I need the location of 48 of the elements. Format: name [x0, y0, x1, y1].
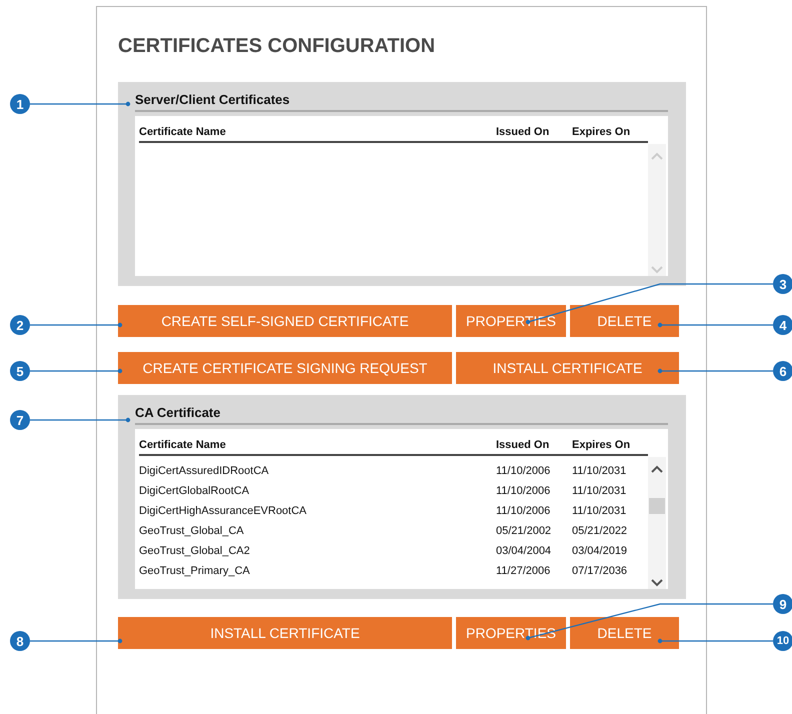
callout-number: 3: [773, 274, 792, 294]
table-cell-text: 03/04/2019: [572, 545, 628, 557]
callout-number: 4: [773, 315, 792, 335]
action-button[interactable]: CREATE CERTIFICATE SIGNING REQUEST: [118, 352, 452, 384]
action-button[interactable]: DELETE: [570, 617, 679, 649]
callout-number: 9: [773, 594, 792, 614]
scrollbar-thumb[interactable]: [649, 498, 665, 514]
action-button[interactable]: INSTALL CERTIFICATE: [456, 352, 679, 384]
table-cell-text: GeoTrust_Global_CA: [139, 525, 245, 537]
callout-number: 2: [10, 315, 30, 335]
chevron-up-icon[interactable]: [651, 465, 663, 473]
table-cell-text: GeoTrust_Primary_CA: [139, 565, 251, 577]
table-cell-text: 11/10/2031: [572, 465, 628, 477]
table-cell-text: 11/10/2006: [496, 485, 552, 497]
callout-number: 1: [10, 94, 30, 114]
column-header: Issued On: [496, 439, 550, 451]
section-heading: CA Certificate: [135, 405, 668, 425]
table-cell-text: 03/04/2004: [496, 545, 552, 557]
table-cell-text: 07/17/2036: [572, 565, 628, 577]
column-header: Expires On: [572, 439, 632, 451]
action-button[interactable]: DELETE: [570, 305, 679, 337]
callout-number: 8: [10, 631, 30, 651]
table-cell-text: 11/27/2006: [496, 565, 552, 577]
table-cell-text: 11/10/2031: [572, 505, 628, 517]
scrollbar[interactable]: [648, 457, 666, 589]
table-cell-text: 11/10/2006: [496, 465, 552, 477]
action-button[interactable]: CREATE SELF-SIGNED CERTIFICATE: [118, 305, 452, 337]
callout-number: 10: [773, 631, 792, 651]
action-button[interactable]: INSTALL CERTIFICATE: [118, 617, 452, 649]
action-button[interactable]: PROPERTIES: [456, 305, 566, 337]
callout-number: 5: [10, 361, 30, 381]
table-cell-text: GeoTrust_Global_CA2: [139, 545, 251, 557]
chevron-down-icon[interactable]: [651, 579, 663, 587]
table-cell-text: DigiCertHighAssuranceEVRootCA: [139, 505, 308, 517]
table-cell-text: 11/10/2031: [572, 485, 628, 497]
table-cell-text: 11/10/2006: [496, 505, 552, 517]
page-title: CERTIFICATES CONFIGURATION: [118, 35, 436, 57]
callout-number: 7: [10, 410, 30, 430]
callout-number: 6: [773, 361, 792, 381]
column-header: Certificate Name: [139, 439, 227, 451]
table-cell-text: DigiCertGlobalRootCA: [139, 485, 250, 497]
table-cell-text: 05/21/2002: [496, 525, 552, 537]
column-header: Expires On: [572, 126, 632, 138]
table-cell-text: DigiCertAssuredIDRootCA: [139, 465, 270, 477]
column-header: Certificate Name: [139, 126, 227, 138]
section-heading: Server/Client Certificates: [135, 92, 668, 112]
column-header: Issued On: [496, 126, 550, 138]
table-cell-text: 05/21/2022: [572, 525, 628, 537]
